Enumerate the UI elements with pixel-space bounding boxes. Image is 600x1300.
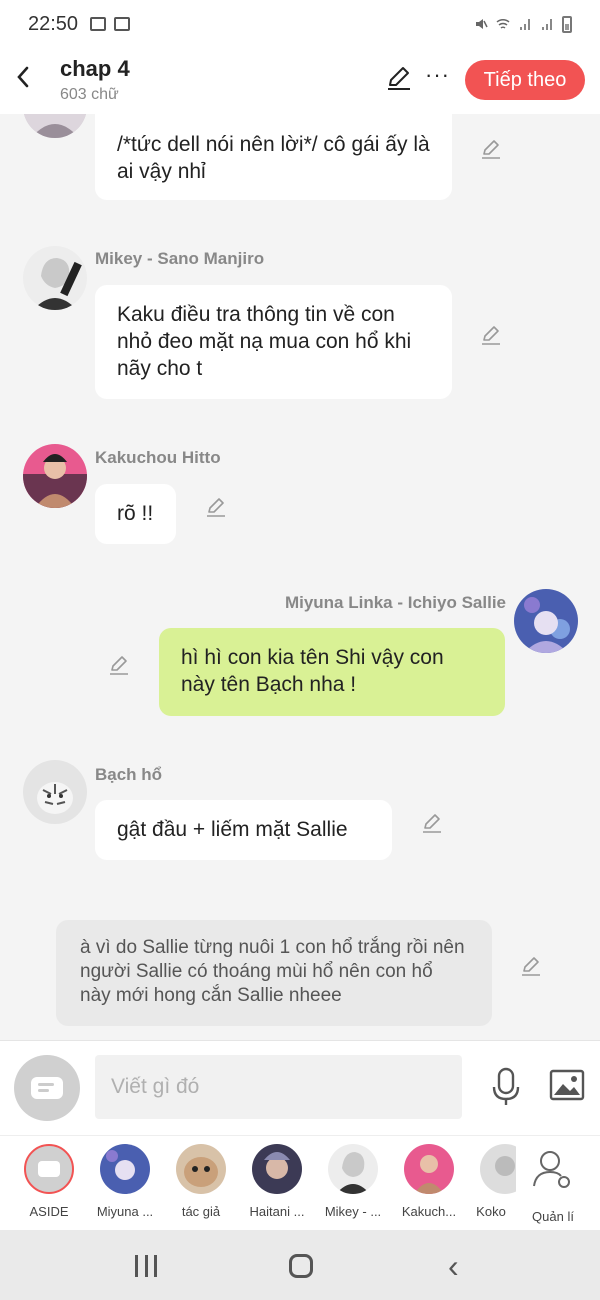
message-bubble[interactable]: gật đầu + liếm mặt Sallie [95,800,392,860]
edit-message-icon[interactable] [520,955,542,977]
avatar[interactable] [23,114,87,138]
composer [0,1040,600,1135]
character-label: Koko [476,1204,506,1219]
sender-name: Kakuchou Hitto [95,448,221,467]
signal-icon [542,19,552,30]
status-bar: 22:50 [0,0,600,48]
avatar [252,1144,302,1194]
wifi-icon [496,18,510,29]
message-bubble[interactable]: /*tức dell nói nên lời*/ cô gái ấy là ai… [95,114,452,200]
status-time: 22:50 [28,12,79,35]
avatar[interactable] [23,444,87,508]
app-notification-icon [114,17,131,31]
word-count: 603 chữ [60,86,119,103]
character-label: Haitani ... [249,1204,305,1219]
mute-icon [476,19,488,29]
sender-name: Mikey - Sano Manjiro [95,249,265,268]
message-input[interactable] [95,1055,462,1119]
avatar[interactable] [23,246,87,310]
manage-users-icon [533,1151,570,1188]
back-icon[interactable]: ‹ [448,1248,459,1285]
character-label: Quản lí [532,1209,574,1224]
character-label: Mikey - ... [324,1204,382,1219]
message-bubble[interactable]: Kaku điều tra thông tin về con nhỏ đeo m… [95,285,452,399]
character-label: Miyuna ... [96,1204,154,1219]
avatar[interactable] [514,589,578,653]
sender-name: Bạch hổ [95,765,163,784]
character-item[interactable]: Haitani ... [242,1144,312,1219]
more-options-button[interactable]: ··· [425,62,450,88]
avatar [100,1144,150,1194]
back-button[interactable] [12,62,36,92]
avatar [176,1144,226,1194]
sender-name: Miyuna Linka - Ichiyo Sallie [284,593,506,612]
message-text: Kaku điều tra thông tin về con nhỏ đeo m… [117,303,412,380]
character-label: Kakuch... [401,1204,457,1219]
message-text: /*tức dell nói nên lời*/ cô gái ấy là ai… [117,133,430,183]
character-item[interactable]: Mikey - ... [318,1144,388,1219]
message-bubble[interactable]: rõ !! [95,484,176,544]
home-icon[interactable] [289,1254,313,1278]
edit-message-icon[interactable] [108,654,130,676]
message-bubble[interactable]: hì hì con kia tên Shi vậy con này tên Bạ… [159,628,505,716]
chevron-left-icon [17,66,29,88]
avatar [404,1144,454,1194]
header: chap 4 603 chữ ··· Tiếp theo [0,48,600,114]
character-item[interactable]: Koko [466,1144,516,1219]
message-text: hì hì con kia tên Shi vậy con này tên Bạ… [181,646,444,696]
narration-bubble[interactable]: à vì do Sallie từng nuôi 1 con hổ trắng … [56,920,492,1026]
chapter-title: chap 4 [60,56,130,81]
battery-icon [562,15,572,33]
gallery-notification-icon [90,17,107,31]
avatar[interactable] [23,760,87,824]
manage-characters-button[interactable]: Quản lí [518,1144,588,1224]
signal-icon [520,19,530,30]
message-text: gật đầu + liếm mặt Sallie [117,818,348,841]
character-item[interactable]: tác giả [166,1144,236,1219]
narration-icon [31,1077,63,1099]
edit-icon[interactable] [385,64,413,92]
edit-message-icon[interactable] [421,812,443,834]
avatar [328,1144,378,1194]
edit-message-icon[interactable] [205,496,227,518]
recent-apps-icon[interactable] [135,1255,157,1277]
microphone-icon[interactable] [490,1067,522,1107]
notification-icons [90,17,131,31]
avatar [480,1144,516,1194]
character-label: tác giả [181,1204,221,1219]
chat-area[interactable]: /*tức dell nói nên lời*/ cô gái ấy là ai… [0,114,600,1040]
system-icons [474,15,572,33]
narration-text: à vì do Sallie từng nuôi 1 con hổ trắng … [80,937,465,1006]
system-nav-bar: ‹ [0,1230,600,1300]
character-bar: ASIDE Miyuna ... tác giả Haitani ... Mik… [0,1135,600,1230]
message-text: rõ !! [117,502,154,525]
narration-icon [24,1144,74,1194]
image-icon[interactable] [549,1069,585,1101]
character-item[interactable]: Kakuch... [394,1144,464,1219]
next-button[interactable]: Tiếp theo [465,60,585,100]
edit-message-icon[interactable] [480,138,502,160]
character-label: ASIDE [29,1204,69,1219]
edit-message-icon[interactable] [480,324,502,346]
aside-toggle-button[interactable] [14,1055,80,1121]
character-aside[interactable]: ASIDE [14,1144,84,1219]
character-item[interactable]: Miyuna ... [90,1144,160,1219]
